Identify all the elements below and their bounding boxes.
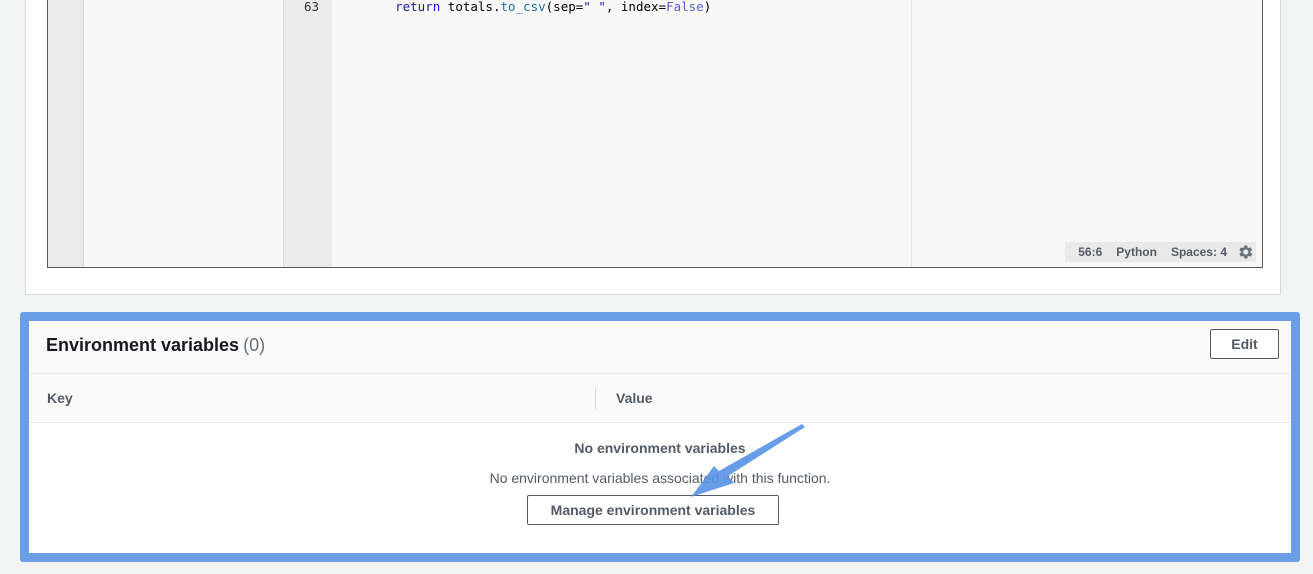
- code-method: to_csv: [500, 0, 546, 14]
- language-mode[interactable]: Python: [1109, 245, 1164, 259]
- gear-icon[interactable]: [1236, 243, 1254, 261]
- line-number-gutter: 63: [284, 0, 332, 267]
- editor-status-bar: 56:6 Python Spaces: 4: [1065, 242, 1256, 262]
- indent-setting[interactable]: Spaces: 4: [1164, 245, 1234, 259]
- empty-state-title: No environment variables: [574, 440, 746, 456]
- editor-right-panel: [912, 0, 1262, 267]
- environment-sidebar-gutter: [48, 0, 84, 267]
- code-editor[interactable]: 63 return totals.to_csv(sep=" ", index=F…: [47, 0, 1263, 268]
- highlight-frame: Environment variables (0) Edit Key Value …: [20, 312, 1300, 562]
- manage-environment-variables-button[interactable]: Manage environment variables: [527, 495, 779, 525]
- cursor-position[interactable]: 56:6: [1071, 245, 1109, 259]
- edit-button[interactable]: Edit: [1210, 329, 1279, 359]
- column-header-value[interactable]: Value: [616, 390, 653, 406]
- table-header: Key Value: [29, 374, 1291, 423]
- code-constant: False: [666, 0, 704, 14]
- panel-header: Environment variables (0) Edit: [29, 321, 1291, 374]
- file-tree-panel[interactable]: [84, 0, 284, 267]
- code-area[interactable]: return totals.to_csv(sep=" ", index=Fals…: [332, 0, 912, 267]
- empty-state-description: No environment variables associated with…: [489, 470, 831, 486]
- code-string: " ": [583, 0, 606, 14]
- panel-title: Environment variables (0): [46, 335, 265, 356]
- environment-variables-panel: Environment variables (0) Edit Key Value …: [29, 321, 1291, 553]
- code-editor-card: 63 return totals.to_csv(sep=" ", index=F…: [25, 0, 1281, 295]
- column-divider: [595, 387, 596, 409]
- panel-title-text: Environment variables: [46, 335, 240, 355]
- code-line[interactable]: return totals.to_csv(sep=" ", index=Fals…: [365, 0, 711, 14]
- column-header-key[interactable]: Key: [47, 390, 73, 406]
- line-number: 63: [303, 0, 319, 14]
- variable-count: (0): [243, 335, 266, 355]
- code-keyword: return: [395, 0, 441, 14]
